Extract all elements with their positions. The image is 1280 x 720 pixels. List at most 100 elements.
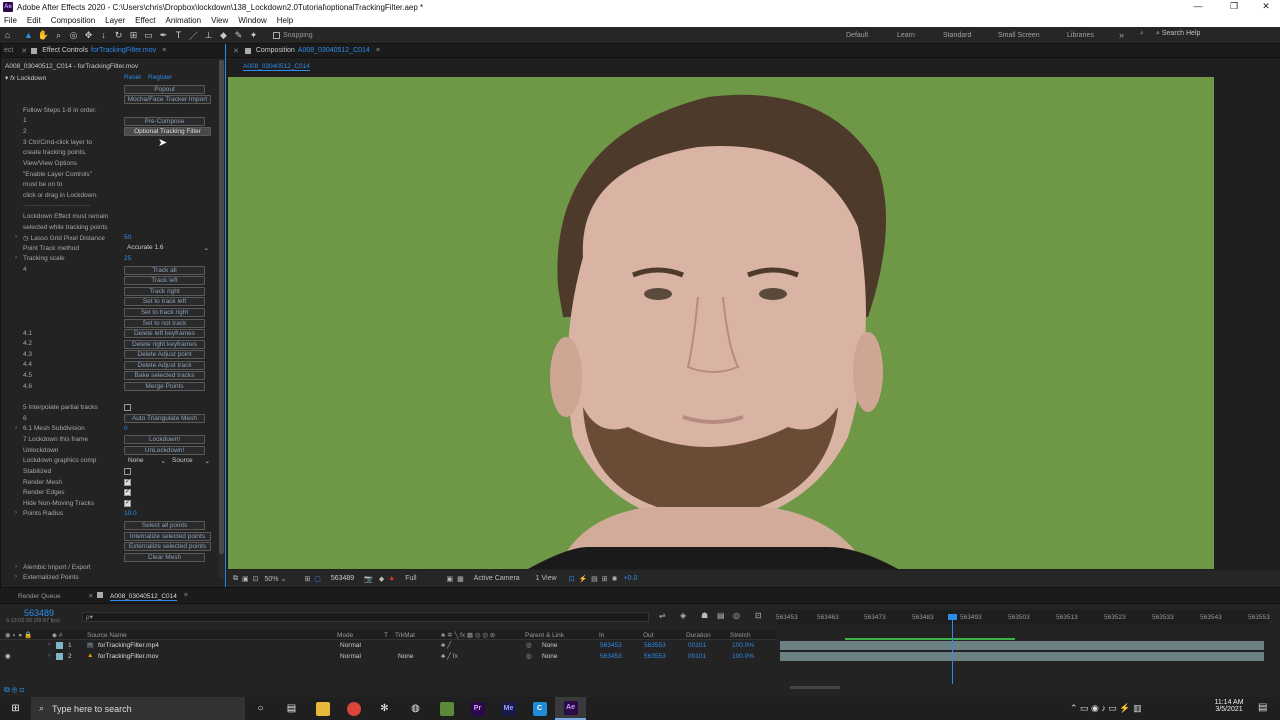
column-t[interactable]: T [384, 632, 388, 639]
hide-non-moving-checkbox[interactable]: ✓ [124, 500, 131, 507]
mesh-subdivision-value[interactable]: 0 [124, 425, 128, 432]
layer-row[interactable]: ◉ › 2 ▲ forTrackingFilter.mov Normal Non… [0, 652, 775, 662]
unlockdown-button[interactable]: UnLockdown! [124, 446, 205, 455]
reset-link[interactable]: Reset [124, 74, 141, 81]
file-explorer-icon[interactable] [307, 697, 338, 720]
fast-previews-icon[interactable]: ⚡ [578, 575, 587, 583]
pick-whip-icon[interactable]: ◎ [526, 652, 532, 660]
lock-tab-icon[interactable] [31, 47, 38, 54]
layer-out[interactable]: 563553 [644, 653, 666, 660]
delete-adjust-point-button[interactable]: Delete Adjust point [124, 350, 205, 359]
minecraft-icon[interactable] [431, 697, 462, 720]
layer-stretch[interactable]: 100.0% [732, 642, 754, 649]
camera-dropdown[interactable]: Active Camera [474, 575, 520, 582]
effect-header[interactable]: ▾ fx Lockdown [5, 74, 46, 82]
popout-button[interactable]: Popout [124, 85, 205, 94]
layer-trkmat[interactable]: None [398, 653, 414, 660]
tracking-scale-value[interactable]: 25 [124, 255, 131, 262]
current-time[interactable]: 563489 [331, 575, 354, 582]
layer-in[interactable]: 563453 [600, 653, 622, 660]
more-workspaces-button[interactable]: » [1119, 30, 1124, 40]
expand-scale-icon[interactable]: › [15, 255, 17, 261]
clock[interactable]: 11:14 AM 3/5/2021 [1209, 699, 1249, 713]
set-not-track-button[interactable]: Set to not track [124, 319, 205, 328]
lock-tab-icon[interactable] [244, 47, 251, 54]
roto-brush-tool-icon[interactable]: ✎ [231, 30, 246, 41]
lockdown-button[interactable]: Lockdown! [124, 435, 205, 444]
internalize-points-button[interactable]: Internalize selected points [124, 532, 211, 541]
pre-compose-button[interactable]: Pre-Compose [124, 117, 205, 126]
menu-help[interactable]: Help [277, 16, 293, 25]
layer-parent[interactable]: None [542, 653, 558, 660]
show-snapshot-icon[interactable]: ◆ [379, 575, 384, 583]
timeline-icon[interactable]: ▤ [591, 575, 598, 583]
media-encoder-icon[interactable]: Me [493, 697, 524, 720]
track-left-button[interactable]: Track left [124, 276, 205, 285]
tab-project-fragment[interactable]: ect [4, 47, 13, 54]
close-tab-icon[interactable]: ✕ [233, 47, 239, 55]
stabilized-checkbox[interactable] [124, 468, 131, 475]
layer-duration[interactable]: 00101 [688, 653, 706, 660]
expand-layer-icon[interactable]: › [48, 652, 50, 659]
workspace-standard[interactable]: Standard [943, 32, 971, 39]
resolution-dropdown[interactable]: Full [405, 575, 416, 582]
notifications-icon[interactable]: ▤ [1258, 702, 1267, 713]
timeline-bottom-icons[interactable]: ⧉ ⊕ ⊡ [4, 685, 24, 695]
composition-viewer[interactable] [228, 77, 1214, 569]
views-dropdown[interactable]: 1 View [536, 575, 557, 582]
track-all-button[interactable]: Track all [124, 266, 205, 275]
zoom-dropdown[interactable]: 50% ⌄ [265, 575, 287, 583]
frame-blending-icon[interactable]: ▤ [717, 611, 725, 620]
network-app-icon[interactable]: ✻ [369, 697, 400, 720]
layer-bar[interactable] [780, 652, 1264, 661]
visibility-eye-icon[interactable]: ◉ [5, 652, 11, 660]
track-right-button[interactable]: Track right [124, 287, 205, 296]
type-tool-icon[interactable]: T [171, 30, 186, 40]
expand-layer-icon[interactable]: › [48, 641, 50, 648]
exposure-value[interactable]: +0.0 [624, 575, 638, 582]
comp-mini-flowchart-icon[interactable]: ⇌ [659, 611, 666, 620]
column-duration[interactable]: Duration [686, 632, 711, 639]
pick-whip-icon[interactable]: ◎ [526, 641, 532, 649]
cortana-icon[interactable]: ○ [245, 697, 276, 720]
render-mesh-checkbox[interactable]: ✓ [124, 479, 131, 486]
panel-menu-icon[interactable]: ≡ [184, 592, 188, 599]
menu-file[interactable]: File [4, 16, 17, 25]
layer-bar[interactable] [780, 641, 1264, 650]
layer-duration[interactable]: 00101 [688, 642, 706, 649]
draft-3d-icon[interactable]: ◈ [680, 611, 686, 620]
column-source-name[interactable]: Source Name [87, 632, 127, 639]
comp-sub-tab[interactable]: A008_03040512_C014 [243, 63, 310, 71]
task-view-icon[interactable]: ▤ [276, 697, 307, 720]
register-link[interactable]: Register [148, 74, 172, 81]
puppet-tool-icon[interactable]: ✦ [246, 30, 261, 41]
panel-menu-icon[interactable]: ≡ [376, 47, 380, 54]
column-parent[interactable]: Parent & Link [525, 632, 564, 639]
graphics-source-dropdown[interactable]: Source ⌄ [172, 457, 210, 465]
layer-name[interactable]: forTrackingFilter.mp4 [98, 642, 159, 649]
always-preview-icon[interactable]: ⧉ [233, 575, 238, 583]
delete-left-keyframes-button[interactable]: Delete left keyframes [124, 329, 205, 338]
pan-behind-tool-icon[interactable]: ⊞ [126, 30, 141, 41]
time-ruler[interactable]: 563453 563463 563473 563483 563493 56350… [776, 610, 1270, 624]
expand-radius-icon[interactable]: › [15, 510, 17, 516]
mask-visibility-icon[interactable]: ▣ [242, 575, 249, 583]
edit-workspaces-icon[interactable]: ⌕ [1140, 30, 1144, 38]
menu-view[interactable]: View [211, 16, 228, 25]
shy-layers-icon[interactable]: ☗ [701, 611, 708, 620]
tab-render-queue[interactable]: Render Queue [18, 593, 61, 600]
layer-name[interactable]: forTrackingFilter.mov [98, 653, 158, 660]
hand-tool-icon[interactable]: ✋ [36, 30, 51, 41]
brush-tool-icon[interactable]: ／ [186, 29, 201, 42]
menu-effect[interactable]: Effect [135, 16, 155, 25]
zoom-tool-icon[interactable]: ⌕ [51, 30, 66, 41]
tab-timeline-comp[interactable]: A008_03040512_C014 [110, 593, 177, 601]
globe-app-icon[interactable]: ◍ [400, 697, 431, 720]
layer-mode[interactable]: Normal [340, 642, 361, 649]
point-track-method-dropdown[interactable]: Accurate 1.6 ⌄ [127, 244, 210, 253]
reset-exposure-icon[interactable]: ✺ [612, 575, 618, 583]
minimize-button[interactable]: — [1182, 0, 1214, 14]
tray-icons[interactable]: ⌃ ▭ ◉ ♪ ▭ ⚡ ▥ [1070, 703, 1142, 714]
auto-triangulate-button[interactable]: Auto Triangulate Mesh [124, 414, 205, 423]
pan-tool-icon[interactable]: ✥ [81, 30, 96, 41]
